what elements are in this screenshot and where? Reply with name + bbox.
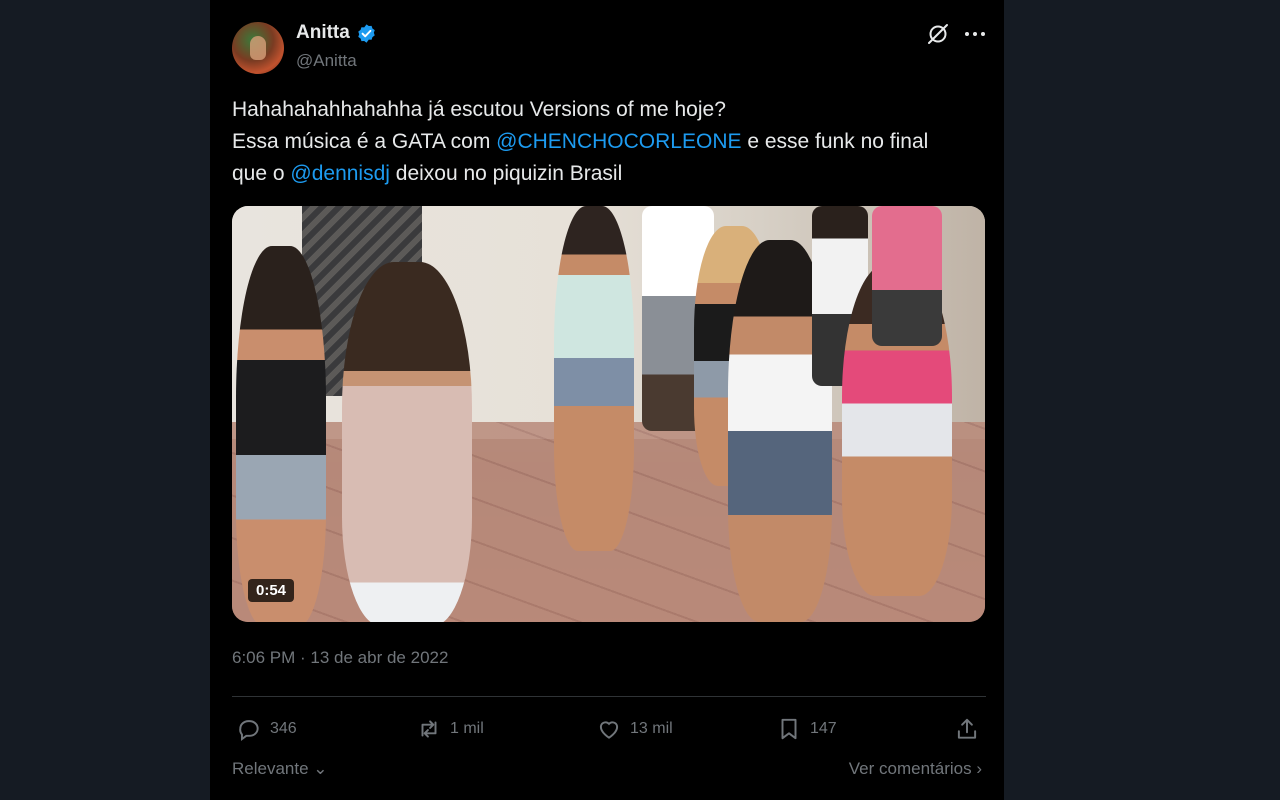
repost-icon	[421, 720, 437, 738]
view-comments-label: Ver comentários	[848, 759, 972, 778]
reply-icon	[239, 720, 259, 742]
grok-icon[interactable]	[926, 22, 950, 46]
tweet-line-3: que o @dennisdj deixou no piquizin Brasi…	[232, 158, 992, 190]
left-backdrop	[0, 0, 210, 800]
like-button[interactable]: 13 mil	[596, 712, 673, 746]
video-figure	[342, 262, 472, 622]
bookmark-button[interactable]: 147	[776, 712, 837, 746]
view-comments-link[interactable]: Ver comentários ›	[849, 759, 982, 779]
verified-badge-icon	[358, 23, 375, 43]
heart-icon	[599, 721, 619, 739]
more-options-icon[interactable]	[962, 22, 988, 46]
video-duration-badge: 0:54	[248, 579, 295, 602]
reply-button[interactable]: 346	[236, 712, 297, 746]
tweet-line-3-end: deixou no piquizin Brasil	[389, 162, 623, 185]
bookmark-icon	[781, 718, 797, 740]
share-button[interactable]	[954, 712, 980, 746]
reply-count: 346	[270, 720, 297, 737]
mention-dennisdj[interactable]: @dennisdj	[290, 162, 390, 185]
share-icon	[957, 718, 977, 739]
repost-count: 1 mil	[450, 720, 484, 737]
right-backdrop	[1004, 0, 1280, 800]
tweet-actions: 346 1 mil 13 mil 147	[232, 712, 986, 746]
tweet-line-2-end: e esse funk no final	[741, 130, 929, 153]
chevron-right-icon: ›	[971, 759, 982, 778]
divider	[232, 696, 986, 697]
sort-label: Relevante	[232, 759, 309, 778]
bookmark-count: 147	[810, 720, 837, 737]
video-figure	[872, 206, 942, 346]
chevron-down-icon: ⌄	[308, 759, 328, 778]
repost-button[interactable]: 1 mil	[416, 712, 484, 746]
author-display-name[interactable]: Anitta	[296, 22, 350, 44]
tweet-line-3-start: que o	[232, 162, 291, 185]
sort-dropdown[interactable]: Relevante ⌄	[232, 759, 328, 779]
avatar[interactable]	[232, 22, 284, 74]
tweet-text: Hahahahahhahahha já escutou Versions of …	[232, 94, 992, 190]
video-thumbnail[interactable]: 0:54	[232, 206, 985, 622]
like-count: 13 mil	[630, 720, 673, 737]
mention-chenchocorleone[interactable]: @CHENCHOCORLEONE	[496, 130, 741, 153]
video-figure	[554, 206, 634, 551]
author-handle[interactable]: @Anitta	[296, 51, 357, 71]
tweet-card: Anitta @Anitta Hahahahahhahahha já escut…	[210, 0, 1004, 800]
video-figure	[236, 246, 326, 622]
tweet-timestamp[interactable]: 6:06 PM · 13 de abr de 2022	[232, 648, 448, 668]
tweet-line-2: Essa música é a GATA com @CHENCHOCORLEON…	[232, 126, 992, 158]
tweet-line-2-start: Essa música é a GATA com	[232, 130, 497, 153]
author-name-row: Anitta	[296, 22, 377, 44]
tweet-line-1: Hahahahahhahahha já escutou Versions of …	[232, 98, 726, 121]
